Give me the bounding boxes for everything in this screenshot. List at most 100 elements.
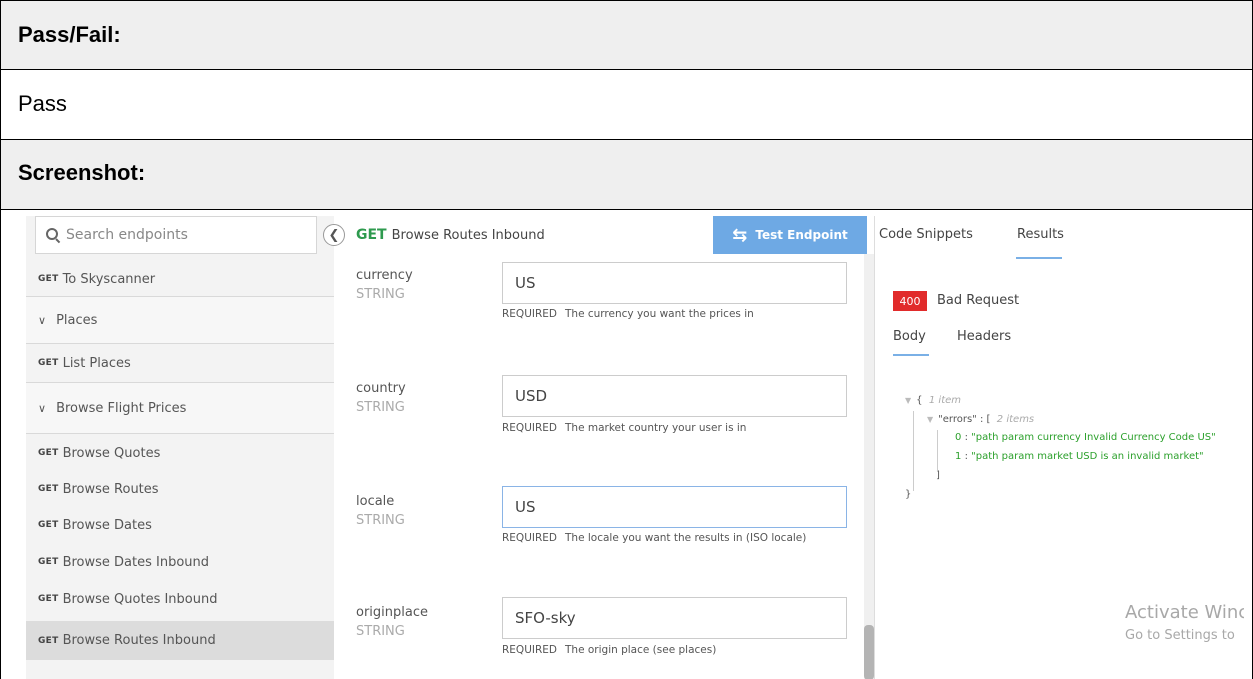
pass-fail-header: Pass/Fail: xyxy=(18,22,121,47)
json-colon: : xyxy=(964,432,968,443)
sidebar-item-browse-quotes-inbound[interactable]: GET Browse Quotes Inbound xyxy=(26,581,334,617)
json-index: 0 xyxy=(955,432,962,443)
tab-headers[interactable]: Headers xyxy=(957,329,1011,344)
pass-fail-value: Pass xyxy=(18,91,67,116)
sidebar-group-browse-flight-prices[interactable]: ∨ Browse Flight Prices xyxy=(26,382,334,434)
json-error-item-0: 0 : "path param currency Invalid Currenc… xyxy=(955,432,1216,443)
endpoint-params-panel: GET Browse Routes Inbound ⇆ Test Endpoin… xyxy=(334,216,884,679)
test-endpoint-button[interactable]: ⇆ Test Endpoint xyxy=(713,216,867,254)
get-verb-badge: GET xyxy=(38,274,59,284)
json-root-line[interactable]: ▼ { 1 item xyxy=(905,395,961,406)
sidebar-group-label: Browse Flight Prices xyxy=(56,400,187,416)
endpoint-sidebar: Search endpoints GET To Skyscanner ∨ Pla… xyxy=(26,216,334,679)
sidebar-item-browse-routes[interactable]: GET Browse Routes xyxy=(26,471,334,507)
results-tabs: Code Snippets Results xyxy=(875,216,1244,260)
active-tab-indicator xyxy=(1016,257,1062,259)
pass-fail-header-row: Pass/Fail: xyxy=(0,0,1253,70)
sidebar-item-list-places[interactable]: GET List Places xyxy=(26,345,334,381)
description-text: The market country your user is in xyxy=(565,422,747,434)
param-name: originplace xyxy=(356,605,428,620)
sidebar-item-browse-routes-inbound[interactable]: GET Browse Routes Inbound xyxy=(26,621,334,660)
get-verb-badge: GET xyxy=(38,594,59,604)
collapse-triangle-icon: ▼ xyxy=(927,415,934,424)
json-string: "path param market USD is an invalid mar… xyxy=(971,451,1204,462)
required-label: REQUIRED xyxy=(502,644,557,656)
json-errors-line[interactable]: ▼ "errors" : [ 2 items xyxy=(927,414,1034,425)
json-brace: } xyxy=(905,489,912,500)
search-input[interactable]: Search endpoints xyxy=(35,216,317,254)
get-verb-badge: GET xyxy=(38,484,59,494)
swap-arrows-icon: ⇆ xyxy=(732,224,748,246)
description-text: The origin place (see places) xyxy=(565,644,717,656)
screenshot-cell: Search endpoints GET To Skyscanner ∨ Pla… xyxy=(0,209,1253,679)
collapse-triangle-icon: ▼ xyxy=(905,396,912,405)
param-name: locale xyxy=(356,494,395,509)
get-verb-badge: GET xyxy=(38,448,59,458)
sidebar-group-places[interactable]: ∨ Places xyxy=(26,296,334,344)
param-description: REQUIRED The origin place (see places) xyxy=(502,644,716,656)
sidebar-item-to-skyscanner[interactable]: GET To Skyscanner xyxy=(26,262,334,296)
search-placeholder: Search endpoints xyxy=(66,227,188,243)
param-type: STRING xyxy=(356,513,405,528)
sidebar-item-label: Browse Dates Inbound xyxy=(62,554,210,570)
country-input[interactable]: USD xyxy=(502,375,847,417)
json-index: 1 xyxy=(955,451,962,462)
params-scrollbar[interactable] xyxy=(864,254,874,679)
pass-fail-value-row: Pass xyxy=(0,69,1253,139)
required-label: REQUIRED xyxy=(502,422,557,434)
sidebar-item-browse-dates[interactable]: GET Browse Dates xyxy=(26,507,334,543)
sidebar-item-label: Browse Routes xyxy=(62,481,159,497)
sidebar-item-label: Browse Routes Inbound xyxy=(62,633,216,648)
required-label: REQUIRED xyxy=(502,308,557,320)
json-key: "errors" xyxy=(938,414,977,425)
collapse-sidebar-button[interactable]: ❮ xyxy=(323,224,345,246)
param-description: REQUIRED The locale you want the results … xyxy=(502,532,806,544)
get-verb-badge: GET xyxy=(38,520,59,530)
json-error-item-1: 1 : "path param market USD is an invalid… xyxy=(955,451,1204,462)
screenshot-header-row: Screenshot: xyxy=(0,139,1253,210)
status-text: Bad Request xyxy=(937,293,1020,308)
api-console-screenshot: Search endpoints GET To Skyscanner ∨ Pla… xyxy=(26,216,1244,679)
json-brace: { xyxy=(916,395,923,406)
param-type: STRING xyxy=(356,400,405,415)
endpoint-title: Browse Routes Inbound xyxy=(391,227,545,243)
param-name: currency xyxy=(356,268,413,283)
currency-input[interactable]: US xyxy=(502,262,847,304)
sidebar-item-label: Browse Dates xyxy=(62,517,152,533)
get-verb-badge: GET xyxy=(38,635,59,646)
status-code-badge: 400 xyxy=(893,291,927,311)
search-icon xyxy=(46,228,60,242)
sidebar-item-browse-quotes[interactable]: GET Browse Quotes xyxy=(26,435,334,471)
sidebar-item-label: Browse Quotes Inbound xyxy=(62,591,218,607)
json-indent-guide xyxy=(937,430,938,472)
screenshot-header: Screenshot: xyxy=(18,160,146,185)
param-name: country xyxy=(356,381,406,396)
locale-input[interactable]: US xyxy=(502,486,847,528)
sidebar-item-label: Browse Quotes xyxy=(62,445,161,461)
tab-body[interactable]: Body xyxy=(893,329,926,344)
chevron-left-icon: ❮ xyxy=(328,227,340,243)
document-table: Pass/Fail: Pass Screenshot: Search endpo… xyxy=(0,0,1253,679)
sidebar-item-label: List Places xyxy=(62,355,131,371)
json-colon: : xyxy=(964,451,968,462)
json-meta: 2 items xyxy=(996,414,1035,425)
windows-activation-watermark: Activate Winc xyxy=(1125,602,1244,623)
get-verb-badge: GET xyxy=(38,358,59,368)
originplace-input[interactable]: SFO-sky xyxy=(502,597,847,639)
sidebar-item-label: To Skyscanner xyxy=(62,271,156,287)
description-text: The currency you want the prices in xyxy=(565,308,754,320)
tab-results[interactable]: Results xyxy=(1017,227,1064,242)
get-verb-badge: GET xyxy=(38,557,59,567)
param-type: STRING xyxy=(356,624,405,639)
json-colon: : xyxy=(979,414,984,425)
param-type: STRING xyxy=(356,287,405,302)
json-indent-guide xyxy=(913,411,914,491)
scrollbar-thumb[interactable] xyxy=(864,625,874,679)
tab-code-snippets[interactable]: Code Snippets xyxy=(879,227,973,242)
active-subtab-indicator xyxy=(893,354,929,356)
results-panel: Code Snippets Results 400 Bad Request Bo… xyxy=(875,216,1244,679)
description-text: The locale you want the results in (ISO … xyxy=(565,532,807,544)
windows-activation-hint: Go to Settings to xyxy=(1125,628,1235,643)
sidebar-item-browse-dates-inbound[interactable]: GET Browse Dates Inbound xyxy=(26,544,334,580)
param-description: REQUIRED The currency you want the prices… xyxy=(502,308,754,320)
